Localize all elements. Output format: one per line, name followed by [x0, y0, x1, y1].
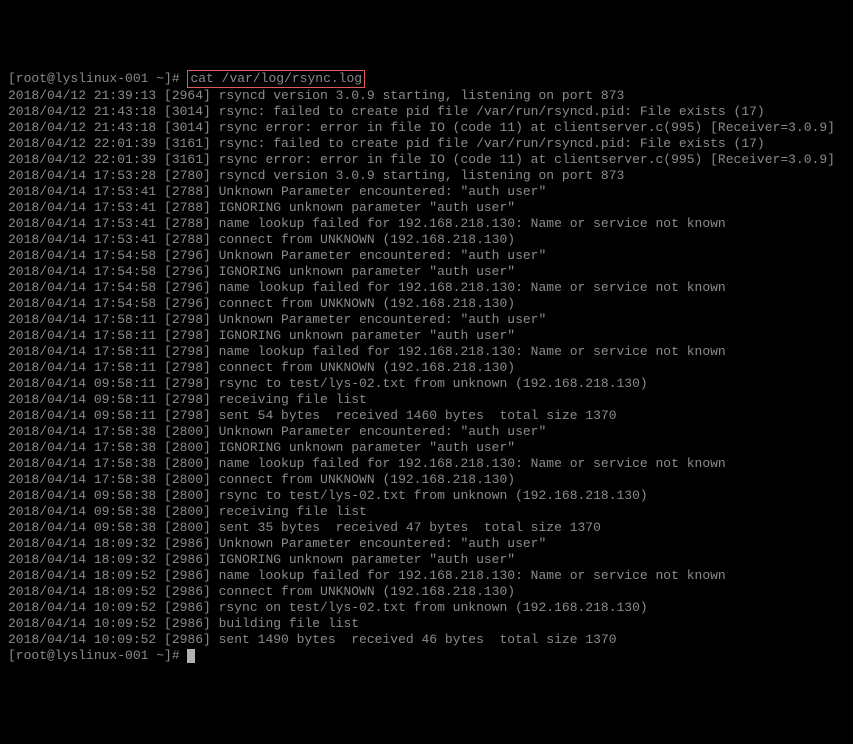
- log-line: 2018/04/14 17:58:11 [2798] name lookup f…: [8, 344, 845, 360]
- log-line: 2018/04/14 17:54:58 [2796] connect from …: [8, 296, 845, 312]
- log-line: 2018/04/14 17:58:38 [2800] IGNORING unkn…: [8, 440, 845, 456]
- log-line: 2018/04/14 17:53:41 [2788] connect from …: [8, 232, 845, 248]
- cursor-icon: [187, 649, 195, 663]
- log-line: 2018/04/14 10:09:52 [2986] sent 1490 byt…: [8, 632, 845, 648]
- log-line: 2018/04/14 17:54:58 [2796] IGNORING unkn…: [8, 264, 845, 280]
- prompt-line[interactable]: [root@lyslinux-001 ~]# cat /var/log/rsyn…: [8, 70, 845, 88]
- log-line: 2018/04/14 17:53:41 [2788] IGNORING unkn…: [8, 200, 845, 216]
- prompt-user-host: [root@lyslinux-001 ~]#: [8, 71, 180, 86]
- log-line: 2018/04/14 17:58:11 [2798] IGNORING unkn…: [8, 328, 845, 344]
- log-line: 2018/04/14 17:53:41 [2788] Unknown Param…: [8, 184, 845, 200]
- log-line: 2018/04/14 09:58:38 [2800] sent 35 bytes…: [8, 520, 845, 536]
- log-line: 2018/04/12 21:43:18 [3014] rsync: failed…: [8, 104, 845, 120]
- log-line: 2018/04/14 18:09:32 [2986] Unknown Param…: [8, 536, 845, 552]
- log-line: 2018/04/12 22:01:39 [3161] rsync: failed…: [8, 136, 845, 152]
- log-line: 2018/04/14 17:58:38 [2800] name lookup f…: [8, 456, 845, 472]
- log-line: 2018/04/14 17:53:28 [2780] rsyncd versio…: [8, 168, 845, 184]
- log-line: 2018/04/14 17:54:58 [2796] name lookup f…: [8, 280, 845, 296]
- log-line: 2018/04/14 17:58:38 [2800] Unknown Param…: [8, 424, 845, 440]
- log-line: 2018/04/14 17:58:11 [2798] Unknown Param…: [8, 312, 845, 328]
- command-highlight: cat /var/log/rsync.log: [187, 70, 365, 88]
- log-line: 2018/04/14 18:09:32 [2986] IGNORING unkn…: [8, 552, 845, 568]
- log-line: 2018/04/14 18:09:52 [2986] connect from …: [8, 584, 845, 600]
- log-line: 2018/04/14 09:58:38 [2800] rsync to test…: [8, 488, 845, 504]
- log-line: 2018/04/14 17:54:58 [2796] Unknown Param…: [8, 248, 845, 264]
- log-line: 2018/04/14 09:58:11 [2798] receiving fil…: [8, 392, 845, 408]
- log-line: 2018/04/14 17:53:41 [2788] name lookup f…: [8, 216, 845, 232]
- log-line: 2018/04/12 21:39:13 [2964] rsyncd versio…: [8, 88, 845, 104]
- log-line: 2018/04/14 17:58:38 [2800] connect from …: [8, 472, 845, 488]
- log-line: 2018/04/12 21:43:18 [3014] rsync error: …: [8, 120, 845, 136]
- log-line: 2018/04/14 18:09:52 [2986] name lookup f…: [8, 568, 845, 584]
- log-line: 2018/04/14 09:58:11 [2798] rsync to test…: [8, 376, 845, 392]
- log-line: 2018/04/14 10:09:52 [2986] rsync on test…: [8, 600, 845, 616]
- log-line: 2018/04/14 10:09:52 [2986] building file…: [8, 616, 845, 632]
- log-line: 2018/04/14 09:58:38 [2800] receiving fil…: [8, 504, 845, 520]
- prompt-user-host: [root@lyslinux-001 ~]#: [8, 648, 180, 663]
- log-line: 2018/04/14 09:58:11 [2798] sent 54 bytes…: [8, 408, 845, 424]
- log-line: 2018/04/14 17:58:11 [2798] connect from …: [8, 360, 845, 376]
- terminal-output: [root@lyslinux-001 ~]# cat /var/log/rsyn…: [8, 70, 845, 664]
- prompt-line[interactable]: [root@lyslinux-001 ~]#: [8, 648, 845, 664]
- log-line: 2018/04/12 22:01:39 [3161] rsync error: …: [8, 152, 845, 168]
